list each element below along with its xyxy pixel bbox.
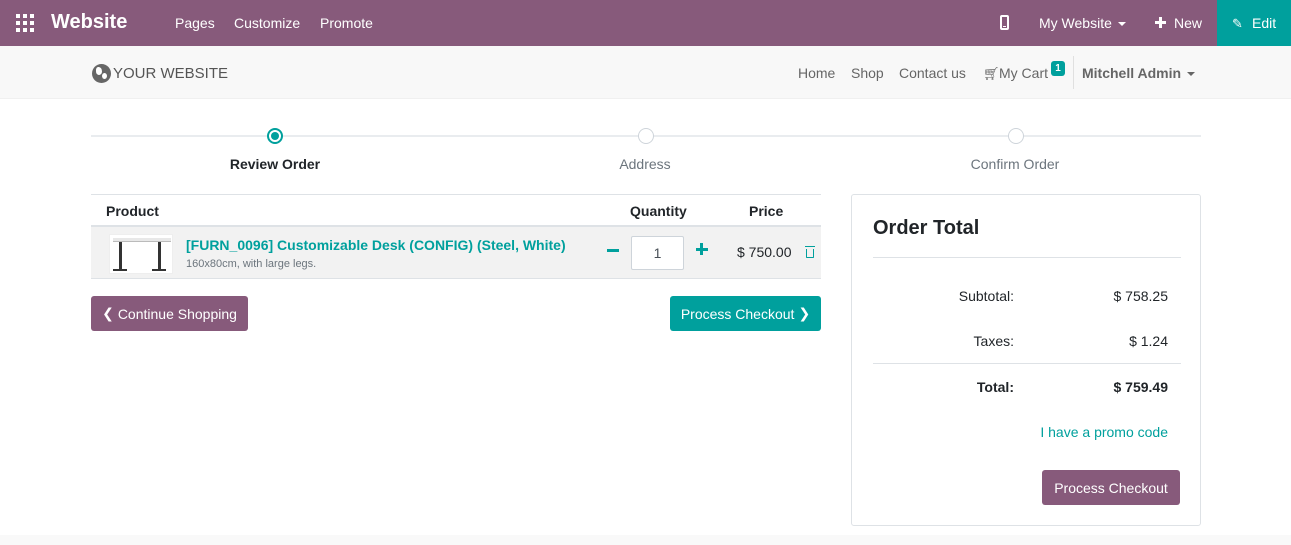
user-name: Mitchell Admin [1082, 65, 1182, 81]
shopping-cart-icon[interactable]: 🛒︎ [983, 66, 1000, 82]
pencil-icon: ✎ [1232, 16, 1243, 31]
nav-my-cart[interactable]: My Cart [999, 65, 1048, 81]
user-menu[interactable]: Mitchell Admin [1082, 65, 1196, 81]
menu-customize[interactable]: Customize [234, 15, 300, 31]
card-divider [873, 257, 1181, 258]
table-row: [FURN_0096] Customizable Desk (CONFIG) (… [91, 227, 821, 279]
nav-home[interactable]: Home [798, 65, 835, 81]
continue-shopping-label: Continue Shopping [117, 305, 237, 322]
product-description: 160x80cm, with large legs. [186, 258, 317, 270]
mobile-preview-icon[interactable] [1000, 15, 1009, 30]
plus-icon[interactable] [1155, 17, 1166, 28]
product-image[interactable] [109, 234, 173, 274]
continue-shopping-button[interactable]: ❮ Continue Shopping [91, 296, 248, 331]
globe-icon [92, 63, 111, 83]
cart-table-header: Product Quantity Price [91, 194, 821, 227]
site-logo-text: YOUR WEBSITE [113, 64, 229, 82]
process-checkout-label: Process Checkout [680, 305, 795, 322]
column-header-product: Product [106, 203, 159, 219]
chevron-down-icon [1187, 72, 1196, 77]
cart-table: Product Quantity Price [FURN_0096] Custo… [91, 194, 821, 279]
order-total-card: Order Total Subtotal: $ 758.25 Taxes: $ … [851, 194, 1201, 526]
card-process-checkout-button[interactable]: Process Checkout [1042, 470, 1180, 505]
app-brand[interactable]: Website [51, 11, 127, 34]
product-name-link[interactable]: [FURN_0096] Customizable Desk (CONFIG) (… [186, 237, 566, 253]
main-content: Review Order Address Confirm Order Produ… [0, 99, 1291, 535]
nav-shop[interactable]: Shop [851, 65, 884, 81]
subtotal-value: $ 758.25 [1113, 288, 1169, 304]
promo-code-link[interactable]: I have a promo code [1040, 424, 1168, 440]
step-dot-address [638, 128, 654, 144]
new-content-button[interactable]: New [1174, 15, 1202, 31]
trash-icon[interactable] [805, 246, 815, 258]
column-header-quantity: Quantity [630, 203, 687, 219]
quantity-plus-icon[interactable] [695, 242, 709, 256]
step-dot-review-order [267, 128, 283, 144]
step-label-address: Address [619, 156, 671, 172]
edit-button-label: Edit [1252, 15, 1277, 31]
step-label-confirm-order: Confirm Order [970, 156, 1060, 172]
total-value: $ 759.49 [1113, 379, 1169, 395]
chevron-left-icon: ❮ [102, 305, 114, 321]
line-price: $ 750.00 [737, 244, 792, 260]
chevron-down-icon [1117, 22, 1126, 27]
nav-divider [1073, 56, 1074, 89]
quantity-minus-icon[interactable] [606, 243, 620, 257]
chevron-right-icon: ❯ [798, 305, 811, 321]
nav-contact-us[interactable]: Contact us [899, 65, 966, 81]
site-logo[interactable]: YOUR WEBSITE [92, 62, 228, 84]
total-divider [873, 363, 1181, 364]
website-switcher-label: My Website [1039, 15, 1112, 31]
menu-promote[interactable]: Promote [320, 15, 373, 31]
quantity-input[interactable] [631, 236, 684, 270]
taxes-label: Taxes: [973, 333, 1014, 349]
step-dot-confirm-order [1008, 128, 1024, 144]
apps-menu-icon[interactable] [16, 14, 34, 32]
subtotal-label: Subtotal: [958, 288, 1014, 304]
step-label-review-order: Review Order [229, 156, 321, 172]
order-total-title: Order Total [873, 217, 980, 239]
website-switcher[interactable]: My Website [1039, 15, 1126, 31]
process-checkout-button[interactable]: Process Checkout ❯ [670, 296, 821, 331]
cart-count-badge: 1 [1051, 61, 1065, 76]
edit-button[interactable]: ✎ Edit [1217, 0, 1291, 46]
total-label: Total: [976, 379, 1014, 395]
taxes-value: $ 1.24 [1129, 333, 1168, 349]
menu-pages[interactable]: Pages [175, 15, 215, 31]
admin-navbar: Website Pages Customize Promote My Websi… [0, 0, 1291, 46]
column-header-price: Price [749, 203, 784, 219]
site-header: YOUR WEBSITE Home Shop Contact us 🛒︎ My … [0, 46, 1291, 99]
